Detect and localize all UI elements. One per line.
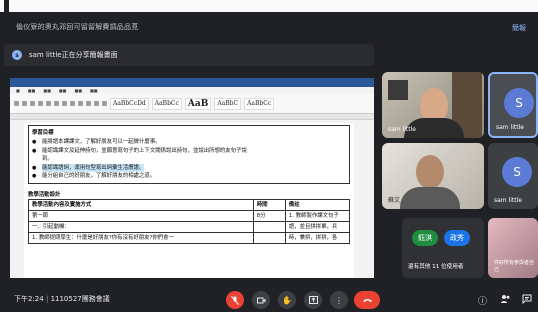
goal-item: ● 能分組自己的好朋友，了解好朋友的相處之道。 bbox=[32, 173, 156, 179]
participant-avatar: S bbox=[502, 157, 532, 187]
word-title-bar bbox=[10, 78, 374, 87]
wall-frame bbox=[388, 80, 408, 100]
table-row: 1. 教師提問學生：什麼是好朋友?你有沒有好朋友?你們會一 時，兼拼，拼拼，各 bbox=[28, 231, 351, 244]
participant-tile[interactable]: sam little bbox=[382, 72, 484, 138]
table-row: 第一節 8分 1. 教師製作課文句子 bbox=[28, 209, 351, 222]
camera-icon[interactable] bbox=[252, 291, 270, 309]
participant-name: 蘇文 bbox=[388, 197, 401, 204]
raise-hand-icon[interactable]: ✋ bbox=[278, 291, 296, 309]
lesson-table: 教學活動內容及實施方式 時間 備註 第一節 8分 1. 教師製作課文句子 一、引起動… bbox=[28, 198, 351, 244]
goals-heading: 學習目標 bbox=[32, 130, 54, 136]
ribbon-tool-icon bbox=[94, 101, 99, 106]
self-view-label: 你好所有参與者自己 bbox=[494, 260, 535, 273]
presenting-banner: s sam little正在分享簡報畫面 bbox=[4, 44, 374, 66]
bottom-control-bar: 下午2:24 | 1110527團務會議 ✋ ⋮ ⓘ bbox=[4, 288, 536, 312]
word-ruler bbox=[10, 114, 374, 120]
ribbon-tool-icon bbox=[78, 101, 83, 106]
participant-body bbox=[400, 187, 460, 209]
presenter-avatar-icon: s bbox=[12, 50, 22, 60]
meeting-meta: 下午2:24 | 1110527團務會議 bbox=[14, 295, 110, 303]
participant-name: sam little bbox=[494, 197, 522, 204]
edge-mark bbox=[4, 0, 9, 12]
word-ribbon: AaBbCcDd AaBbCc AaB AaBbC AaBbCc bbox=[10, 94, 374, 114]
style-sample: AaBbCc bbox=[151, 97, 182, 110]
shared-screen[interactable]: ■ ■■ ■■ ■■ ■■ ■■ AaBbCcDd AaBbCc AaB AaBbC Aa… bbox=[10, 78, 374, 278]
ribbon-tool-icon bbox=[102, 101, 107, 106]
table-header: 教學活動內容及實施方式 bbox=[28, 198, 254, 211]
more-participants-label: 還有其他 11 位使用者 bbox=[408, 264, 464, 270]
goal-item: ● 能認識課文及延伸詩句，並願意寫句子的上下文關係說出詩句，並說出所想的友句子說 bbox=[32, 147, 247, 154]
mic-off-icon[interactable] bbox=[226, 291, 244, 309]
participant-face bbox=[420, 88, 448, 122]
more-options-icon[interactable]: ⋮ bbox=[330, 291, 348, 309]
ribbon-tool-icon bbox=[38, 101, 43, 106]
ribbon-tool-icon bbox=[70, 101, 75, 106]
participant-name: sam little bbox=[496, 124, 524, 131]
table-row: 一、引起動機： 語，並且拼拼單，兵 bbox=[28, 220, 351, 233]
goal-item: 到。 bbox=[42, 156, 53, 162]
ribbon-tool-icon bbox=[30, 101, 35, 106]
ribbon-tool-icon bbox=[46, 101, 51, 106]
table-header: 時間 bbox=[252, 198, 286, 211]
document-page: 學習目標 ● 能將語本課課文，了解好朋友可以一起做什麼事。 ● 能認識課文及延伸詩句… bbox=[24, 123, 354, 278]
style-sample: AaB bbox=[184, 97, 212, 110]
goals-box: 學習目標 ● 能將語本課課文，了解好朋友可以一起做什麼事。 ● 能認識課文及延伸詩句… bbox=[28, 125, 350, 184]
ribbon-tool-icon bbox=[86, 101, 91, 106]
style-sample: AaBbC bbox=[214, 97, 242, 110]
word-ribbon-tabs: ■ ■■ ■■ ■■ ■■ ■■ bbox=[10, 87, 374, 94]
ribbon-tool-icon bbox=[22, 101, 27, 106]
style-sample: AaBbCcDd bbox=[110, 97, 149, 110]
ribbon-tool-icon bbox=[62, 101, 67, 106]
window-top-edge bbox=[0, 0, 538, 12]
chat-icon[interactable] bbox=[522, 294, 532, 307]
design-heading: 教學活動設計 bbox=[28, 191, 61, 198]
self-view-tile[interactable]: 你好所有参與者自己 bbox=[488, 218, 538, 278]
meeting-time: 下午2:24 bbox=[14, 295, 44, 303]
participant-tile[interactable]: 蘇文 bbox=[382, 143, 484, 209]
meeting-title: 倫仪寮的奧丸邓回可留留解費調品品莧 bbox=[16, 23, 139, 31]
goal-item: ● 能認識語詞，運用句型寫出詞彙生活應證。 bbox=[32, 163, 145, 172]
ribbon-tool-icon bbox=[54, 101, 59, 106]
meeting-title-bar: 倫仪寮的奧丸邓回可留留解費調品品莧 簡報 bbox=[4, 14, 536, 40]
people-icon[interactable] bbox=[500, 294, 511, 307]
meeting-code: 1110527團務會議 bbox=[50, 295, 110, 303]
participant-name: sam little bbox=[388, 126, 416, 133]
style-sample: AaBbCc bbox=[244, 97, 275, 110]
participant-tile[interactable]: S sam little bbox=[488, 143, 538, 209]
presenting-text: sam little正在分享簡報畫面 bbox=[29, 51, 118, 59]
participant-badge: 鈺淇 bbox=[412, 230, 438, 246]
top-right-link[interactable]: 簡報 bbox=[512, 23, 526, 33]
participant-badge: 政秀 bbox=[444, 230, 470, 246]
participant-tile[interactable]: S sam little bbox=[488, 72, 538, 138]
participant-avatar: S bbox=[504, 88, 534, 118]
goal-item: ● 能將語本課課文，了解好朋友可以一起做什麼事。 bbox=[32, 139, 161, 145]
ribbon-tool-icon bbox=[14, 101, 19, 106]
present-icon[interactable] bbox=[304, 291, 322, 309]
table-header: 備註 bbox=[284, 198, 351, 211]
participant-face bbox=[416, 155, 444, 189]
info-icon[interactable]: ⓘ bbox=[478, 294, 487, 307]
more-participants-tile[interactable]: 鈺淇 政秀 還有其他 11 位使用者 bbox=[402, 218, 484, 278]
end-call-icon[interactable] bbox=[354, 291, 380, 309]
